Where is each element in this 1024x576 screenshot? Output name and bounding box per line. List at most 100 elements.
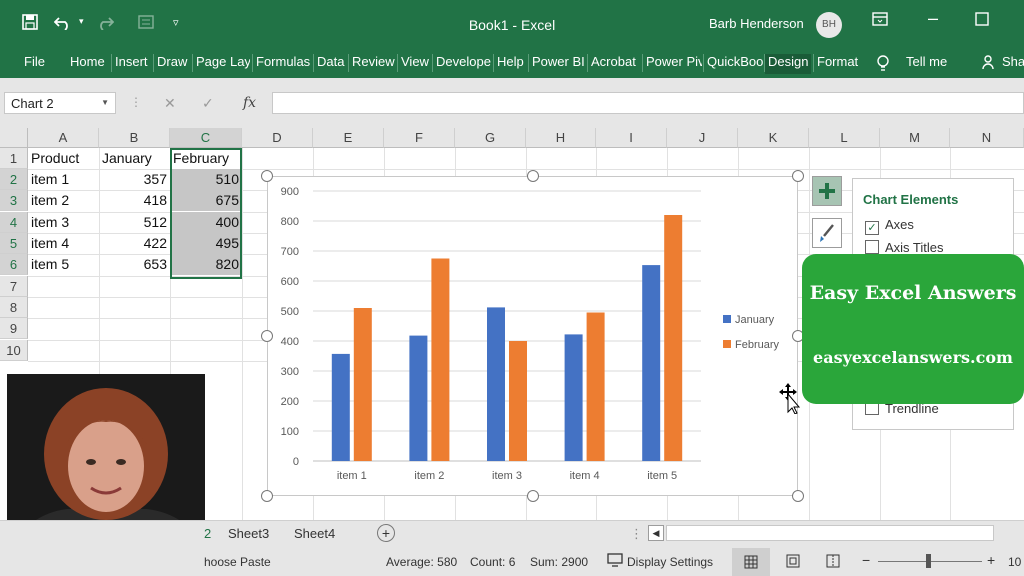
table-header-cell[interactable]: Product	[28, 148, 99, 169]
column-header[interactable]: E	[313, 128, 384, 148]
chevron-down-icon[interactable]: ▼	[101, 98, 109, 107]
tab-design[interactable]: Design	[765, 54, 812, 74]
chart-styles-button[interactable]	[812, 218, 842, 248]
row-header[interactable]: 4	[0, 212, 28, 233]
table-cell[interactable]: item 5	[28, 254, 99, 275]
row-header[interactable]: 2	[0, 169, 28, 190]
chart[interactable]: 0 100 200 300 400 500 600 700 800 900 item 1 item 2…	[267, 176, 798, 496]
formula-input[interactable]	[272, 92, 1024, 114]
chart-element-axis-titles[interactable]: Axis Titles	[865, 240, 944, 255]
horizontal-scrollbar[interactable]	[666, 525, 994, 541]
table-cell[interactable]: 357	[99, 169, 170, 190]
share-icon[interactable]	[982, 54, 998, 74]
column-header[interactable]: K	[738, 128, 809, 148]
tab-review[interactable]: Review	[352, 54, 396, 74]
table-cell[interactable]: item 3	[28, 212, 99, 233]
table-cell[interactable]: item 4	[28, 233, 99, 254]
table-header-cell[interactable]: January	[99, 148, 170, 169]
resize-handle[interactable]	[261, 330, 273, 342]
tab-developer[interactable]: Develope	[436, 54, 492, 74]
zoom-slider-thumb[interactable]	[926, 554, 931, 568]
minimize-icon[interactable]: –	[928, 8, 938, 29]
row-header[interactable]: 10	[0, 340, 28, 361]
row-header[interactable]: 5	[0, 233, 28, 254]
tab-data[interactable]: Data	[317, 54, 347, 74]
column-header[interactable]: A	[28, 128, 99, 148]
column-header[interactable]: J	[667, 128, 738, 148]
column-header[interactable]: G	[455, 128, 526, 148]
table-cell[interactable]: item 2	[28, 190, 99, 211]
table-cell[interactable]: 418	[99, 190, 170, 211]
table-cell[interactable]: item 1	[28, 169, 99, 190]
checkbox-checked-icon[interactable]: ✓	[865, 221, 879, 235]
column-header[interactable]: B	[99, 128, 170, 148]
tab-file[interactable]: File	[24, 54, 45, 74]
column-header[interactable]: I	[596, 128, 667, 148]
column-header[interactable]: N	[950, 128, 1024, 148]
table-cell[interactable]: 653	[99, 254, 170, 275]
insert-function-button[interactable]: fx	[243, 95, 256, 111]
row-header[interactable]: 1	[0, 148, 28, 169]
tab-formulas[interactable]: Formulas	[256, 54, 312, 74]
sheet-tab[interactable]: Sheet4	[294, 526, 335, 541]
tab-power-pivot[interactable]: Power Piv	[646, 54, 702, 74]
tab-help[interactable]: Help	[497, 54, 527, 74]
row-header[interactable]: 6	[0, 254, 28, 275]
user-name[interactable]: Barb Henderson	[709, 16, 804, 31]
resize-handle[interactable]	[792, 170, 804, 182]
row-header[interactable]: 3	[0, 190, 28, 211]
column-header[interactable]: F	[384, 128, 455, 148]
chart-element-axes[interactable]: ✓ Axes	[865, 217, 914, 235]
page-break-view-icon[interactable]	[826, 554, 840, 571]
add-sheet-button[interactable]: +	[377, 524, 395, 542]
tab-format[interactable]: Format	[817, 54, 867, 74]
tab-view[interactable]: View	[401, 54, 431, 74]
row-header[interactable]: 9	[0, 318, 28, 339]
tab-page-layout[interactable]: Page Layo	[196, 54, 250, 74]
column-header[interactable]: D	[242, 128, 313, 148]
tab-insert[interactable]: Insert	[115, 54, 151, 74]
row-header[interactable]: 7	[0, 276, 28, 297]
tell-me-search[interactable]: Tell me	[906, 54, 947, 74]
resize-handle[interactable]	[261, 490, 273, 502]
status-count[interactable]: Count: 6	[470, 555, 515, 569]
column-header[interactable]: M	[880, 128, 950, 148]
sheet-tab[interactable]: Sheet3	[228, 526, 269, 541]
resize-handle[interactable]	[261, 170, 273, 182]
table-cell[interactable]: 512	[99, 212, 170, 233]
name-box[interactable]: Chart 2 ▼	[4, 92, 116, 114]
page-layout-view-icon[interactable]	[786, 554, 800, 571]
resize-handle[interactable]	[792, 490, 804, 502]
select-all-button[interactable]	[0, 128, 28, 148]
maximize-icon[interactable]	[975, 12, 989, 31]
cancel-icon[interactable]: ✕	[164, 95, 176, 112]
table-cell[interactable]: 422	[99, 233, 170, 254]
column-header[interactable]: L	[809, 128, 880, 148]
tab-draw[interactable]: Draw	[157, 54, 191, 74]
row-header[interactable]: 8	[0, 297, 28, 318]
tab-home[interactable]: Home	[70, 54, 110, 74]
checkbox-icon[interactable]	[865, 240, 879, 254]
enter-icon[interactable]: ✓	[202, 95, 214, 112]
tab-quickbooks[interactable]: QuickBoo	[707, 54, 763, 74]
display-settings-icon[interactable]	[607, 553, 623, 570]
status-average[interactable]: Average: 580	[386, 555, 457, 569]
resize-handle[interactable]	[527, 490, 539, 502]
tab-acrobat[interactable]: Acrobat	[591, 54, 641, 74]
status-sum[interactable]: Sum: 2900	[530, 555, 588, 569]
zoom-in-button[interactable]: +	[987, 552, 995, 568]
column-header[interactable]: C	[170, 128, 242, 148]
lightbulb-icon[interactable]	[876, 54, 890, 74]
ribbon-display-icon[interactable]	[872, 12, 888, 31]
resize-handle[interactable]	[527, 170, 539, 182]
zoom-out-button[interactable]: −	[862, 552, 870, 568]
share-button[interactable]: Sha	[1002, 54, 1024, 74]
sheet-tab-partial[interactable]: 2	[204, 526, 211, 541]
scroll-left-icon[interactable]: ◀	[648, 525, 664, 541]
tab-power-bi[interactable]: Power BI	[532, 54, 586, 74]
normal-view-button[interactable]	[732, 548, 770, 576]
avatar[interactable]: BH	[816, 12, 842, 38]
zoom-level[interactable]: 10	[1008, 555, 1021, 569]
column-header[interactable]: H	[526, 128, 596, 148]
display-settings-button[interactable]: Display Settings	[627, 555, 713, 569]
